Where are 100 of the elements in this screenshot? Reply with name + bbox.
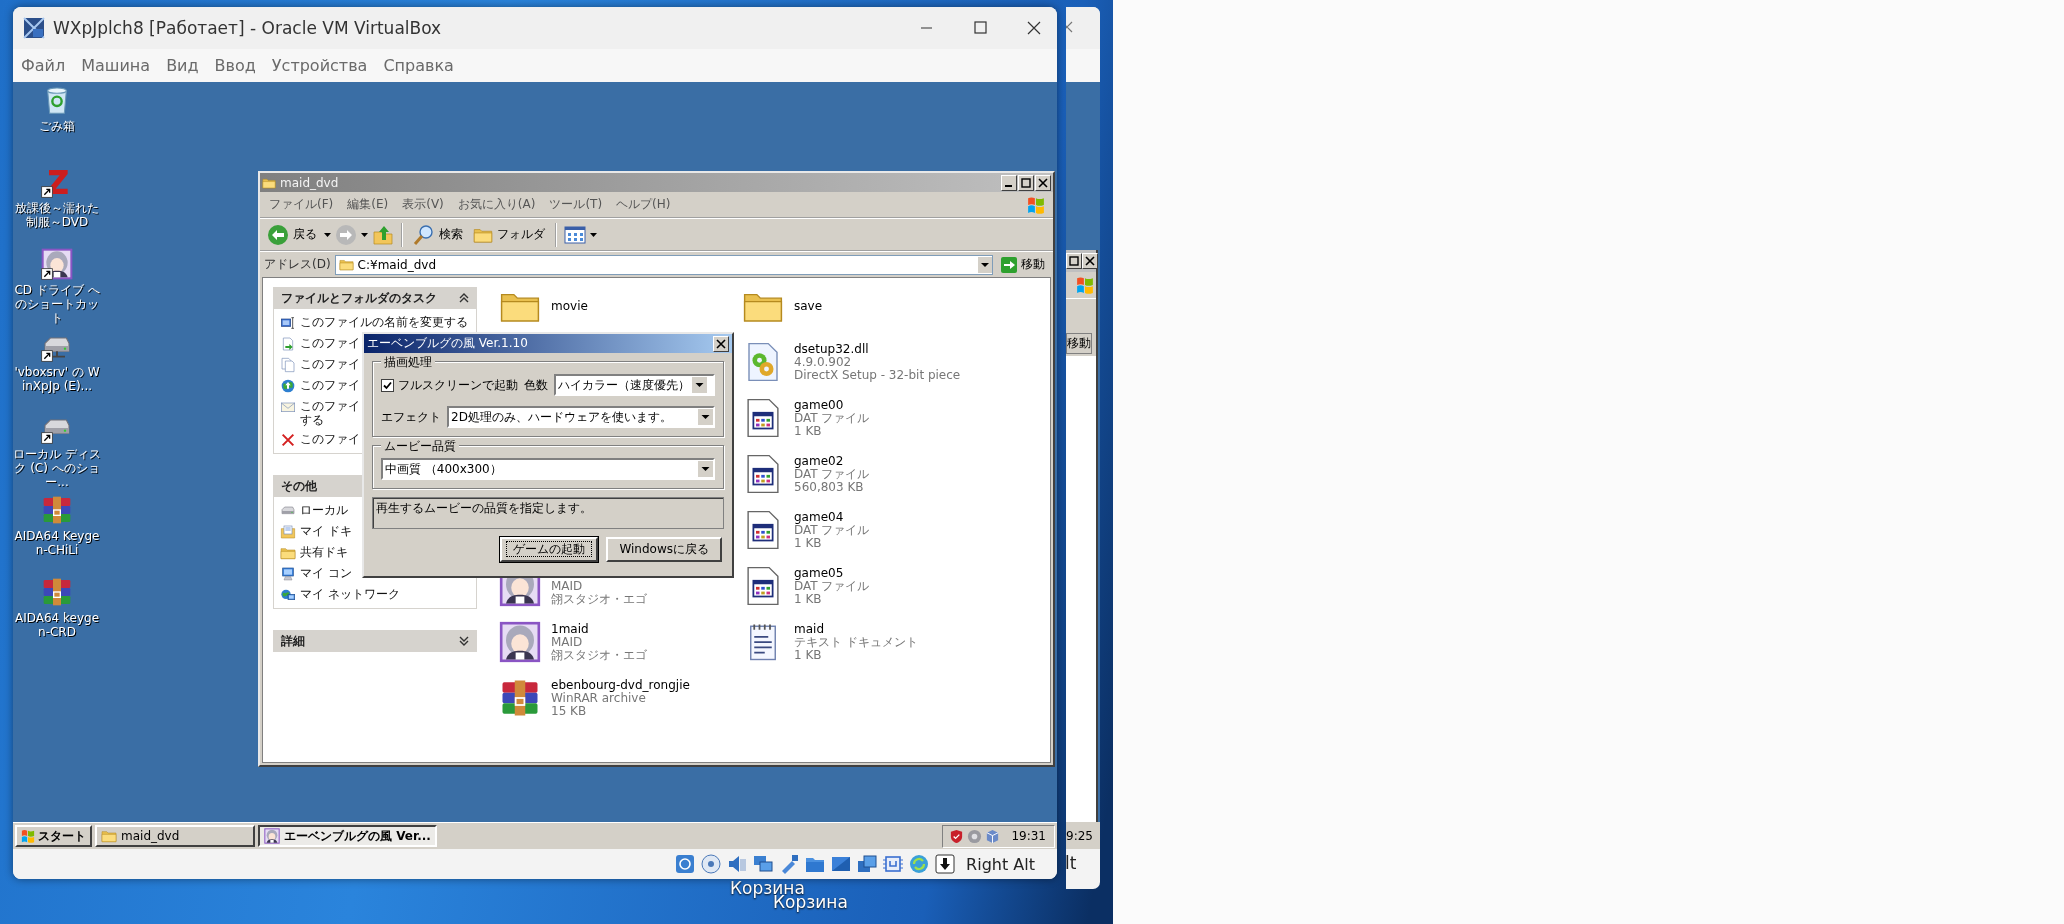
download-icon[interactable] — [934, 853, 957, 875]
menu-item[interactable]: 編集(E) — [342, 196, 394, 213]
file-detail: DAT ファイル — [794, 579, 870, 593]
maximize-icon[interactable] — [1066, 253, 1082, 269]
monitor-icon — [280, 315, 296, 331]
task-link[interactable]: このファイルの名前を変更する — [300, 315, 468, 329]
panel-header[interactable]: ファイルとフォルダのタスク — [273, 287, 477, 309]
task-link[interactable]: このファイ — [300, 357, 360, 371]
desktop-icon-label[interactable]: ごみ箱 — [13, 119, 101, 133]
menu-item[interactable]: ファイル(F) — [264, 196, 339, 213]
file-name[interactable]: dsetup32.dll — [794, 342, 961, 356]
close-icon[interactable] — [713, 335, 729, 352]
caret-icon[interactable] — [590, 232, 597, 237]
file-detail: DirectX Setup - 32-bit piece — [794, 368, 961, 382]
go-button[interactable]: 移動 — [997, 255, 1049, 274]
mail-icon — [280, 399, 296, 415]
window-title: WXpJplch8 [Работает] - Oracle VM VirtualBox — [53, 18, 442, 38]
collapse-icon[interactable] — [459, 293, 469, 303]
menu-item[interactable]: Устройства — [265, 54, 374, 77]
caret-icon[interactable] — [361, 232, 368, 237]
panel-title[interactable]: その他 — [281, 477, 317, 495]
expand-icon[interactable] — [459, 636, 469, 646]
file-name[interactable]: game02 — [794, 454, 870, 468]
globe-icon — [280, 378, 296, 394]
file-detail: 560,803 KB — [794, 480, 865, 494]
desktop-icon-label[interactable]: ローカル ディスク (C) へのショー... — [13, 447, 101, 489]
folders-button[interactable]: フォルダ — [470, 222, 548, 247]
taskbar-button[interactable]: maid_dvd — [95, 825, 255, 847]
cube-icon[interactable] — [985, 828, 1001, 844]
menu-item[interactable]: Ввод — [208, 54, 262, 77]
file-name[interactable]: maid — [794, 622, 918, 636]
task-link[interactable]: このファイ — [300, 378, 360, 392]
task-link[interactable]: このファイ — [300, 432, 360, 446]
shield-icon[interactable] — [949, 828, 965, 844]
page-icon — [280, 357, 296, 373]
menu-item[interactable]: ツール(T) — [544, 196, 608, 213]
task-link[interactable]: マイ ネットワーク — [300, 587, 400, 601]
chip-icon[interactable] — [882, 853, 905, 875]
menu-item[interactable]: 表示(V) — [397, 196, 449, 213]
back-button[interactable]: 戻る — [264, 221, 320, 248]
menu-item[interactable]: Машина — [75, 54, 157, 77]
file-name[interactable]: ebenbourg-dvd_rongjie — [551, 678, 690, 692]
panel-title[interactable]: ファイルとフォルダのタスク — [281, 289, 437, 307]
desktop-icon-label[interactable]: CD ドライブ へのショートカット — [13, 283, 101, 325]
menu-item[interactable]: Файл — [15, 54, 72, 77]
maximize-icon[interactable] — [1018, 174, 1034, 191]
file-name[interactable]: game00 — [794, 398, 870, 412]
start-button[interactable]: スタート — [15, 825, 92, 847]
cd-icon[interactable] — [700, 853, 723, 875]
quality-dropdown[interactable]: 中画質 （400x300） — [381, 458, 715, 480]
dropdown-icon[interactable] — [698, 461, 713, 477]
colors-dropdown[interactable]: ハイカラー（速度優先） — [554, 374, 715, 396]
task-link[interactable]: 共有ドキ — [300, 545, 348, 559]
caret-icon[interactable] — [324, 232, 331, 237]
panel-header[interactable]: 詳細 — [273, 630, 477, 652]
file-detail: 1 KB — [794, 536, 823, 550]
menu-item[interactable]: お気に入り(A) — [452, 196, 541, 213]
dropdown-icon[interactable] — [692, 377, 707, 393]
checkbox-icon[interactable] — [381, 378, 394, 392]
file-detail: 翖スタジオ・エゴ — [551, 648, 647, 662]
taskbar-button[interactable]: エーベンブルグの風 Ver... — [258, 825, 437, 847]
task-link[interactable]: マイ コン — [300, 566, 352, 580]
task-link[interactable]: このファイ — [300, 399, 360, 413]
search-button[interactable]: 検索 — [410, 221, 466, 248]
file-detail: DAT ファイル — [794, 523, 870, 537]
task-link[interactable]: マイ ドキ — [300, 524, 352, 538]
network-icon[interactable] — [752, 853, 775, 875]
file-name[interactable]: game05 — [794, 566, 870, 580]
desktop-icon-label[interactable]: 'vboxsrv' の WinXpJp (E)... — [13, 365, 101, 393]
file-name[interactable]: save — [794, 299, 823, 313]
screens-icon[interactable] — [856, 853, 879, 875]
task-link[interactable]: する — [300, 413, 360, 427]
move-icon — [280, 336, 296, 352]
panel-title[interactable]: 詳細 — [281, 632, 305, 650]
file-name[interactable]: game04 — [794, 510, 870, 524]
file-name[interactable]: 1maid — [551, 622, 647, 636]
desktop-icon-label[interactable]: 放課後～濡れた制服～DVD — [13, 201, 101, 229]
minimize-icon[interactable] — [1001, 174, 1017, 191]
menu-item[interactable]: ヘルプ(H) — [611, 196, 676, 213]
desktop-icon-label[interactable]: AIDA64 keygen-CRD — [13, 611, 101, 639]
fullscreen-checkbox[interactable]: フルスクリーンで起動 — [381, 376, 518, 394]
task-link[interactable]: ローカル — [300, 503, 348, 517]
go-button[interactable]: 移動 — [1066, 332, 1092, 354]
dialog-button[interactable]: ゲームの起動 — [500, 537, 599, 562]
desktop-icon-label[interactable]: AIDA64 Keygen-CHiLi — [13, 529, 101, 557]
effect-dropdown[interactable]: 2D処理のみ、ハードウェアを使います。 — [447, 406, 715, 428]
close-icon[interactable] — [1035, 174, 1051, 191]
menu-item[interactable]: Справка — [377, 54, 460, 77]
file-detail: 1 KB — [794, 592, 823, 606]
file-name[interactable]: movie — [551, 299, 588, 313]
close-icon[interactable] — [1082, 253, 1098, 269]
task-link[interactable]: このファイ — [300, 336, 360, 350]
address-label: アドレス(D) — [264, 256, 331, 273]
dialog-button[interactable]: Windowsに戻る — [606, 537, 722, 562]
address-field[interactable]: C:¥maid_dvd — [334, 254, 993, 275]
dropdown-icon[interactable] — [978, 256, 992, 273]
folder-icon — [280, 545, 296, 561]
menu-item[interactable]: Вид — [160, 54, 205, 77]
dropdown-icon[interactable] — [698, 409, 713, 425]
views-icon[interactable] — [564, 224, 586, 245]
